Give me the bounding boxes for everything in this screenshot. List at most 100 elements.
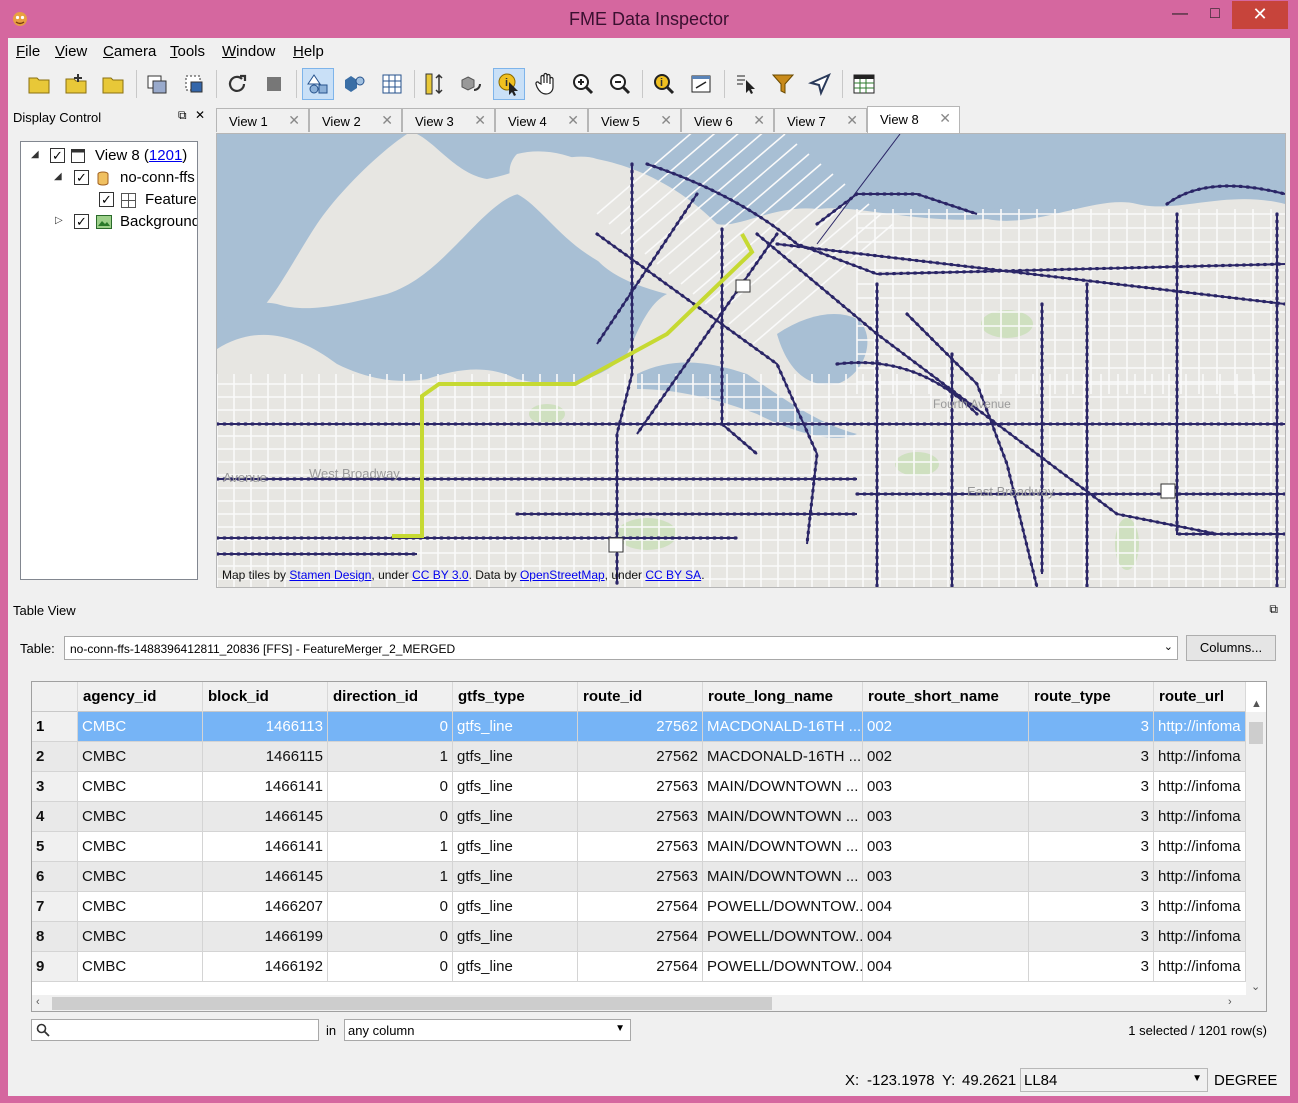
horizontal-scroll-thumb[interactable] (52, 997, 772, 1010)
tab-view-1[interactable]: View 1 ✕ (216, 108, 309, 132)
column-header[interactable]: agency_id (78, 682, 203, 712)
table-row[interactable]: 9 CMBC 1466192 0 gtfs_line 27564 POWELL/DOWNTO… (32, 952, 1246, 982)
table-cell[interactable]: 27563 (578, 832, 703, 861)
table-cell[interactable]: 3 (1029, 892, 1154, 921)
table-cell[interactable]: http://infoma (1154, 922, 1246, 951)
close-window-button[interactable]: ✕ (1232, 1, 1288, 29)
table-cell[interactable]: 27563 (578, 862, 703, 891)
collapse-icon[interactable]: ◢ (54, 171, 62, 182)
row-number-header[interactable] (32, 682, 78, 712)
tab-view-8[interactable]: View 8 ✕ (867, 106, 960, 133)
close-tab-icon[interactable]: ✕ (474, 112, 486, 129)
scroll-up-icon[interactable]: ▲ (1251, 698, 1262, 710)
column-header[interactable]: route_type (1029, 682, 1154, 712)
map-view[interactable]: Avenue West Broadway East Broadway Fourt… (216, 133, 1286, 588)
table-cell[interactable]: http://infoma (1154, 772, 1246, 801)
table-row[interactable]: 2 CMBC 1466115 1 gtfs_line 27562 MACDONALD-16T… (32, 742, 1246, 772)
table-cell[interactable]: 1466115 (203, 742, 328, 771)
vertical-scrollbar[interactable]: ▲ ⌄ (1246, 698, 1266, 995)
table-cell[interactable]: http://infoma (1154, 862, 1246, 891)
stop-icon[interactable] (258, 68, 290, 100)
table-row[interactable]: 6 CMBC 1466145 1 gtfs_line 27563 MAIN/DOWNTOWN… (32, 862, 1246, 892)
table-cell[interactable]: 004 (863, 922, 1029, 951)
table-cell[interactable]: CMBC (78, 742, 203, 771)
table-cell[interactable]: 27563 (578, 772, 703, 801)
tab-view-7[interactable]: View 7 ✕ (774, 108, 867, 132)
menu-view[interactable]: View (55, 43, 87, 60)
grid-icon[interactable] (376, 68, 408, 100)
row-number[interactable]: 9 (32, 952, 78, 981)
table-cell[interactable]: MAIN/DOWNTOWN ... (703, 862, 863, 891)
column-header[interactable]: route_long_name (703, 682, 863, 712)
close-tab-icon[interactable]: ✕ (753, 112, 765, 129)
column-header[interactable]: route_url (1154, 682, 1246, 712)
table-row[interactable]: 4 CMBC 1466145 0 gtfs_line 27563 MAIN/DOWNTOWN… (32, 802, 1246, 832)
table-cell[interactable]: gtfs_line (453, 772, 578, 801)
menu-tools[interactable]: Tools (170, 43, 205, 60)
row-number[interactable]: 8 (32, 922, 78, 951)
tree-item-view[interactable]: ◢ ✓ View 8 (1201) (21, 146, 197, 166)
row-number[interactable]: 5 (32, 832, 78, 861)
close-panel-icon[interactable]: ✕ (195, 108, 205, 122)
float-panel-icon[interactable]: ⧉ (178, 108, 187, 123)
backup-icon[interactable] (178, 68, 210, 100)
table-cell[interactable]: 003 (863, 772, 1029, 801)
zoom-in-icon[interactable] (567, 68, 599, 100)
table-cell[interactable]: gtfs_line (453, 802, 578, 831)
view-count-link[interactable]: 1201 (149, 147, 182, 164)
table-cell[interactable]: 1466113 (203, 712, 328, 741)
table-cell[interactable]: 0 (328, 952, 453, 981)
tree-item-feature-type[interactable]: ✓ FeatureM (21, 190, 197, 210)
close-tab-icon[interactable]: ✕ (381, 112, 393, 129)
open-folder-icon[interactable] (23, 68, 55, 100)
menu-camera[interactable]: Camera (103, 43, 156, 60)
view-checkbox[interactable]: ✓ (50, 148, 65, 163)
table-row[interactable]: 5 CMBC 1466141 1 gtfs_line 27563 MAIN/DOWNTOWN… (32, 832, 1246, 862)
table-cell[interactable]: http://infoma (1154, 712, 1246, 741)
tab-view-2[interactable]: View 2 ✕ (309, 108, 402, 132)
tree-item-background[interactable]: ▷ ✓ Background (21, 212, 197, 232)
osm-link[interactable]: OpenStreetMap (520, 568, 605, 582)
table-cell[interactable]: http://infoma (1154, 802, 1246, 831)
table-cell[interactable]: 3 (1029, 712, 1154, 741)
table-cell[interactable]: 003 (863, 862, 1029, 891)
table-row[interactable]: 3 CMBC 1466141 0 gtfs_line 27563 MAIN/DOWNTOWN… (32, 772, 1246, 802)
table-cell[interactable]: 27562 (578, 742, 703, 771)
maximize-button[interactable]: □ (1198, 1, 1232, 29)
map-canvas[interactable]: Avenue West Broadway East Broadway Fourt… (217, 134, 1285, 587)
table-row[interactable]: 8 CMBC 1466199 0 gtfs_line 27564 POWELL/DOWNTO… (32, 922, 1246, 952)
table-cell[interactable]: 0 (328, 712, 453, 741)
collapse-icon[interactable]: ◢ (31, 149, 39, 160)
row-number[interactable]: 3 (32, 772, 78, 801)
scroll-down-icon[interactable]: ⌄ (1251, 980, 1260, 993)
vertical-scroll-thumb[interactable] (1249, 722, 1263, 744)
table-cell[interactable]: CMBC (78, 952, 203, 981)
open-more-icon[interactable] (60, 68, 92, 100)
table-cell[interactable]: 004 (863, 892, 1029, 921)
table-cell[interactable]: gtfs_line (453, 952, 578, 981)
horizontal-scrollbar[interactable]: ‹ › (32, 995, 1266, 1011)
pan-icon[interactable] (530, 68, 562, 100)
tab-view-5[interactable]: View 5 ✕ (588, 108, 681, 132)
close-tab-icon[interactable]: ✕ (567, 112, 579, 129)
folder-icon[interactable] (97, 68, 129, 100)
table-cell[interactable]: 004 (863, 952, 1029, 981)
expand-icon[interactable]: ▷ (55, 215, 63, 226)
zoom-extent-icon[interactable] (685, 68, 717, 100)
feature-type-checkbox[interactable]: ✓ (99, 192, 114, 207)
close-tab-icon[interactable]: ✕ (288, 112, 300, 129)
tree-item-dataset[interactable]: ◢ ✓ no-conn-ffs (21, 168, 197, 188)
row-number[interactable]: 4 (32, 802, 78, 831)
measure-icon[interactable] (419, 68, 451, 100)
minimize-button[interactable]: — (1162, 1, 1198, 29)
table-row[interactable]: 7 CMBC 1466207 0 gtfs_line 27564 POWELL/DOWNTO… (32, 892, 1246, 922)
table-select[interactable]: no-conn-ffs-1488396412811_20836 [FFS] - … (64, 636, 1178, 660)
select-arrow-icon[interactable] (730, 68, 762, 100)
geometry-3d-icon[interactable] (339, 68, 371, 100)
table-cell[interactable]: CMBC (78, 772, 203, 801)
table-cell[interactable]: gtfs_line (453, 922, 578, 951)
close-tab-icon[interactable]: ✕ (660, 112, 672, 129)
row-number[interactable]: 1 (32, 712, 78, 741)
tab-view-4[interactable]: View 4 ✕ (495, 108, 588, 132)
table-cell[interactable]: gtfs_line (453, 712, 578, 741)
